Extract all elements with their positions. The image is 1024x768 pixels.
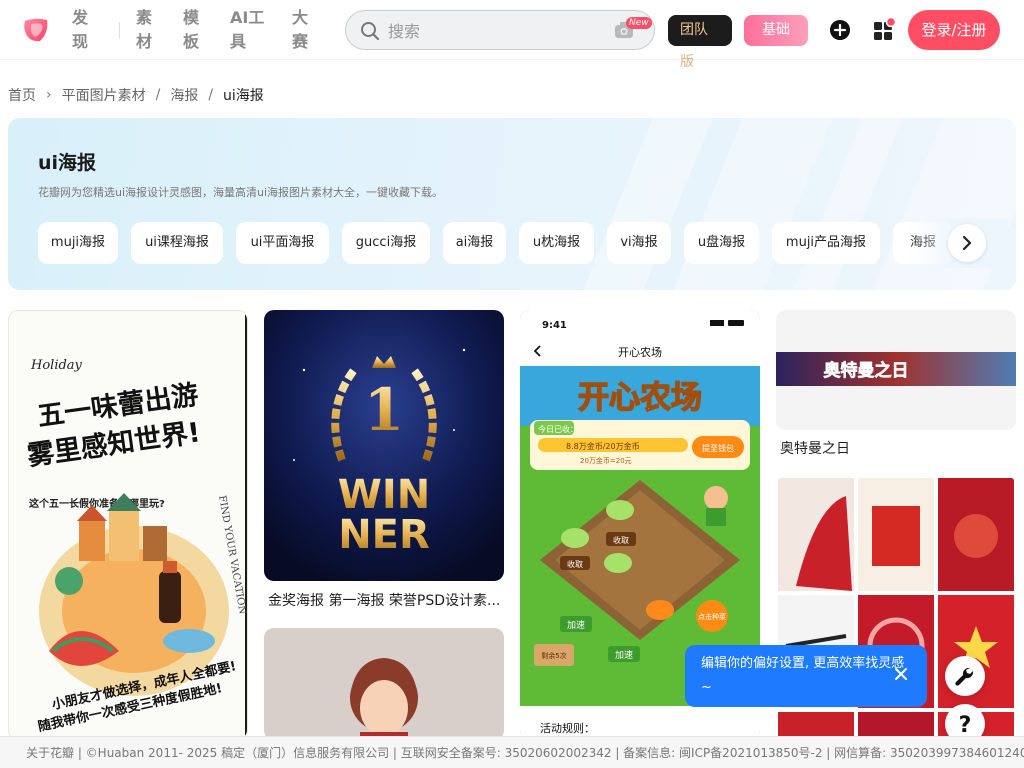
- search-input[interactable]: [388, 19, 598, 43]
- breadcrumb-separator: /: [208, 87, 214, 103]
- apps-grid-icon[interactable]: [874, 16, 897, 40]
- related-tag[interactable]: muji海报: [38, 222, 118, 264]
- farm-harvest-button: 收取: [613, 535, 629, 545]
- farm-gold-text: 8.8万金币/20万金币: [566, 441, 640, 451]
- breadcrumb: 首页 › 平面图片素材 / 海报 / ui海报: [8, 86, 264, 104]
- farm-speed-button: 加速: [615, 650, 633, 661]
- footer-text: 关于花瓣 | ©Huaban 2011- 2025 稿定（厦门）信息服务有限公司…: [26, 746, 1024, 760]
- team-button-label: 团队: [680, 22, 708, 38]
- related-tag[interactable]: ui课程海报: [131, 222, 223, 264]
- poster-card[interactable]: 1 WIN NER: [264, 310, 504, 581]
- nav-item-materials[interactable]: 素材: [136, 6, 160, 54]
- farm-withdraw-button: 提至钱包: [702, 443, 734, 453]
- related-tag[interactable]: muji产品海报: [772, 222, 880, 264]
- wrench-icon: [955, 667, 974, 686]
- breadcrumb-separator: /: [155, 87, 161, 103]
- holiday-script-text: Holiday: [30, 358, 83, 373]
- new-badge: New: [626, 17, 652, 29]
- huaban-logo[interactable]: [22, 16, 50, 44]
- ultraman-banner-text: 奥特曼之日: [824, 360, 909, 381]
- close-icon[interactable]: [893, 666, 909, 682]
- nav-divider: [119, 22, 120, 38]
- search-box[interactable]: New: [345, 10, 655, 50]
- winner-rank-number: 1: [364, 376, 404, 444]
- page-title: ui海报: [38, 152, 97, 174]
- cartoon-poster-image: [264, 628, 504, 740]
- basic-edition-button[interactable]: 基础: [744, 15, 808, 46]
- farm-plant-button: 点击种菜: [698, 612, 726, 621]
- preference-toast[interactable]: 编辑你的偏好设置, 更高效率找灵感~: [685, 645, 927, 707]
- winner-poster-image: 1 WIN NER: [264, 310, 504, 581]
- related-tag[interactable]: ui平面海报: [236, 222, 329, 264]
- nav-item-contest[interactable]: 大赛: [292, 6, 316, 54]
- poster-side-text: 这个五一长假你准备到哪里玩?: [29, 497, 165, 510]
- login-register-button[interactable]: 登录/注册: [908, 10, 1000, 50]
- breadcrumb-current: ui海报: [223, 88, 264, 104]
- breadcrumb-poster[interactable]: 海报: [170, 85, 198, 105]
- related-tag[interactable]: u盘海报: [684, 222, 759, 264]
- top-bar: 发现 素材 模板 AI工具 大赛 New 团队 版 基础 登录/注册: [0, 0, 1024, 70]
- ultraman-banner-image: 奥特曼之日: [776, 310, 1016, 430]
- poster-card[interactable]: Holiday 五一味蕾出游 雾里感知世界! 这个五一长假你准备到哪里玩? FI…: [8, 310, 248, 740]
- travel-poster-image: Holiday 五一味蕾出游 雾里感知世界! 这个五一长假你准备到哪里玩? FI…: [9, 311, 247, 739]
- breadcrumb-home[interactable]: 首页: [8, 85, 36, 105]
- related-tag[interactable]: vi海报: [607, 222, 671, 264]
- farm-banner-title: 开心农场: [578, 380, 702, 416]
- nav-item-templates[interactable]: 模板: [183, 6, 207, 54]
- related-tag[interactable]: u枕海报: [519, 222, 594, 264]
- farm-remaining-count: 剩余5次: [541, 651, 566, 660]
- team-button-label-overflow: 版: [680, 54, 694, 70]
- breadcrumb-flat-materials[interactable]: 平面图片素材: [62, 85, 146, 105]
- farm-status-time: 9:41: [542, 320, 567, 331]
- poster-card[interactable]: 奥特曼之日: [776, 310, 1016, 430]
- farm-page-title: 开心农场: [618, 345, 662, 359]
- farm-gold-sub: 20万金币=20元: [580, 456, 632, 465]
- winner-text-2: NER: [338, 512, 430, 558]
- create-plus-icon[interactable]: [830, 20, 850, 40]
- chevron-right-icon[interactable]: [948, 224, 986, 262]
- team-edition-button[interactable]: 团队 版: [668, 15, 732, 70]
- poster-card[interactable]: [264, 628, 504, 740]
- svg-text:?: ?: [959, 713, 972, 738]
- farm-rules-label: 活动规则：: [540, 721, 595, 735]
- farm-harvest-button: 收取: [567, 559, 583, 569]
- chevron-right-icon: ›: [46, 87, 52, 103]
- farm-today-label: 今日已收：: [538, 424, 578, 434]
- topic-hero-panel: ui海报 花瓣网为您精选ui海报设计灵感图，海量高清ui海报图片素材大全，一键收…: [8, 118, 1016, 290]
- nav-item-discover[interactable]: 发现: [72, 6, 96, 54]
- related-tag[interactable]: gucci海报: [342, 222, 430, 264]
- search-icon[interactable]: [360, 21, 380, 41]
- card-caption[interactable]: 奥特曼之日: [780, 438, 850, 458]
- nav-item-ai-tools[interactable]: AI工具: [230, 6, 266, 54]
- related-tag[interactable]: ai海报: [443, 222, 506, 264]
- card-caption[interactable]: 金奖海报 第一海报 荣誉PSD设计素...: [268, 590, 500, 610]
- tools-button[interactable]: [945, 656, 985, 696]
- site-footer: 关于花瓣 | ©Huaban 2011- 2025 稿定（厦门）信息服务有限公司…: [0, 736, 1024, 768]
- page-description: 花瓣网为您精选ui海报设计灵感图，海量高清ui海报图片素材大全，一键收藏下载。: [38, 186, 444, 199]
- toast-message: 编辑你的偏好设置, 更高效率找灵感~: [701, 656, 905, 695]
- farm-speed-button: 加速: [567, 620, 585, 631]
